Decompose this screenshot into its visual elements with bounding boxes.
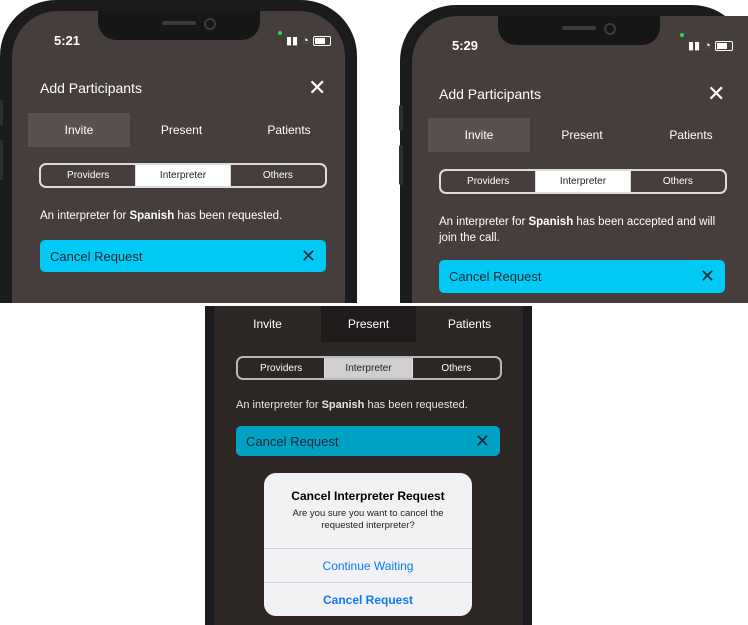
tab-patients[interactable]: Patients	[634, 118, 748, 152]
segment-interpreter[interactable]: Interpreter	[535, 171, 630, 192]
segment-providers[interactable]: Providers	[441, 171, 535, 192]
camera	[204, 18, 216, 30]
tab-present[interactable]: Present	[530, 118, 634, 152]
phone-frame-1: 5:21 ▮▮ ◔ Add Participants ✕ Invite Pres…	[0, 0, 357, 303]
close-icon: ✕	[699, 266, 715, 286]
segment-interpreter[interactable]: Interpreter	[324, 358, 412, 378]
screen-3: Invite Present Patients Providers Interp…	[214, 306, 523, 625]
participant-type-segment: Providers Interpreter Others	[236, 356, 502, 380]
segment-interpreter[interactable]: Interpreter	[135, 165, 230, 186]
notch	[98, 11, 260, 40]
dialog-title: Cancel Interpreter Request	[291, 489, 445, 503]
battery-icon	[312, 35, 331, 46]
tab-bar: Invite Present Patients	[428, 118, 748, 152]
signal-icon: ▮▮	[688, 40, 701, 52]
screen-2: 5:29 ▮▮ ◔ Add Participants ✕ Invite Pres…	[412, 16, 748, 303]
close-icon: ✕	[474, 430, 490, 451]
status-time: 5:29	[452, 38, 479, 53]
battery-icon	[714, 40, 733, 51]
status-message: An interpreter for Spanish has been requ…	[40, 210, 283, 222]
cancel-interpreter-dialog: Cancel Interpreter Request Are you sure …	[264, 473, 472, 616]
speaker	[562, 26, 596, 30]
speaker	[162, 21, 196, 25]
notch	[498, 16, 660, 45]
camera-indicator	[680, 33, 684, 37]
tab-patients[interactable]: Patients	[416, 306, 523, 342]
tab-present[interactable]: Present	[321, 306, 416, 342]
wifi-icon: ◔	[704, 39, 711, 52]
segment-providers[interactable]: Providers	[41, 165, 135, 186]
tab-invite[interactable]: Invite	[28, 113, 130, 147]
status-icons: ▮▮ ◔	[688, 39, 733, 52]
phone-frame-2: 5:29 ▮▮ ◔ Add Participants ✕ Invite Pres…	[399, 5, 748, 303]
tab-bar: Invite Present Patients	[214, 306, 523, 342]
cancel-request-label: Cancel Request	[246, 433, 339, 449]
wifi-icon: ◔	[302, 34, 309, 47]
participant-type-segment: Providers Interpreter Others	[39, 163, 327, 188]
cancel-request-label: Cancel Request	[50, 248, 143, 264]
segment-providers[interactable]: Providers	[238, 358, 324, 378]
language-name: Spanish	[321, 399, 365, 411]
screen-1: 5:21 ▮▮ ◔ Add Participants ✕ Invite Pres…	[12, 11, 345, 303]
tab-present[interactable]: Present	[130, 113, 233, 147]
page-title: Add Participants	[40, 80, 142, 96]
close-icon[interactable]: ✕	[308, 77, 326, 99]
continue-waiting-button[interactable]: Continue Waiting	[264, 548, 472, 582]
dialog-message: Are you sure you want to cancel the requ…	[292, 508, 444, 531]
volume-button	[399, 145, 403, 185]
volume-button	[0, 100, 3, 126]
camera	[604, 23, 616, 35]
phone-frame-3: Invite Present Patients Providers Interp…	[205, 306, 532, 625]
signal-icon: ▮▮	[286, 35, 299, 47]
language-name: Spanish	[528, 216, 574, 228]
participant-type-segment: Providers Interpreter Others	[439, 169, 727, 194]
cancel-request-button[interactable]: Cancel Request ✕	[439, 260, 725, 293]
volume-button	[399, 105, 403, 131]
segment-others[interactable]: Others	[629, 171, 725, 192]
tab-bar: Invite Present Patients	[28, 113, 345, 147]
cancel-request-button[interactable]: Cancel Request ✕	[40, 240, 326, 272]
camera-indicator	[278, 31, 282, 35]
status-time: 5:21	[54, 33, 81, 48]
status-message: An interpreter for Spanish has been requ…	[236, 399, 468, 411]
segment-others[interactable]: Others	[229, 165, 325, 186]
status-message: An interpreter for Spanish has been acce…	[439, 216, 716, 244]
tab-invite[interactable]: Invite	[214, 306, 321, 342]
tab-patients[interactable]: Patients	[233, 113, 345, 147]
cancel-request-label: Cancel Request	[449, 269, 542, 284]
segment-others[interactable]: Others	[411, 358, 500, 378]
close-icon[interactable]: ✕	[707, 83, 725, 105]
page-title: Add Participants	[439, 86, 541, 102]
volume-button	[0, 140, 3, 180]
dialog-cancel-request-button[interactable]: Cancel Request	[264, 582, 472, 616]
status-icons: ▮▮ ◔	[286, 34, 331, 47]
language-name: Spanish	[129, 210, 175, 222]
cancel-request-button[interactable]: Cancel Request ✕	[236, 426, 500, 456]
tab-invite[interactable]: Invite	[428, 118, 530, 152]
close-icon: ✕	[300, 245, 316, 266]
